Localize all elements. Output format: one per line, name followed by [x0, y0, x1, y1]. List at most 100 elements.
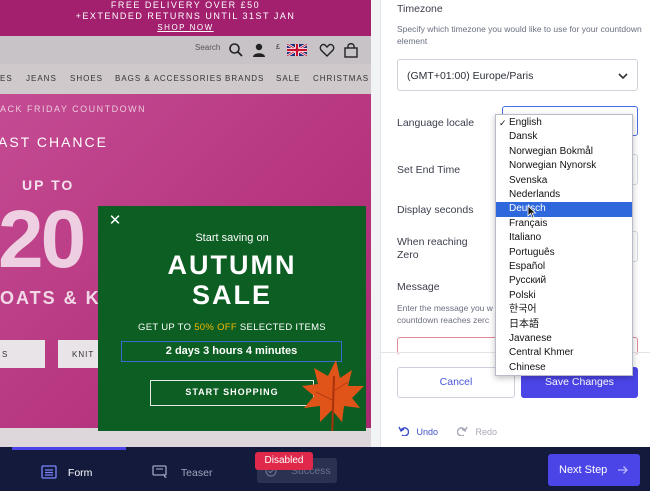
locale-option-label: Dansk	[509, 131, 538, 143]
redo-label: Redo	[475, 427, 498, 437]
storefront-preview: FREE DELIVERY OVER £50 +EXTENDED RETURNS…	[0, 0, 371, 447]
bag-icon[interactable]	[343, 42, 359, 58]
next-step-label: Next Step	[559, 464, 608, 476]
form-icon	[41, 465, 57, 479]
start-shopping-button[interactable]: START SHOPPING	[150, 380, 314, 406]
reaching-zero-label: When reaching Zero	[397, 236, 468, 261]
locale-option-label: 한국어	[509, 304, 537, 316]
hero-up-to: UP TO	[22, 177, 75, 193]
tab-form-label: Form	[67, 467, 93, 479]
message-help-text: Enter the message you w countdown reache…	[397, 303, 493, 325]
locale-option-label: Svenska	[509, 174, 548, 186]
arrow-right-icon	[618, 466, 628, 474]
uk-flag-icon[interactable]	[287, 44, 307, 56]
locale-option[interactable]: Javanese	[496, 332, 632, 346]
redo-button[interactable]: Redo	[456, 426, 498, 437]
nav-item[interactable]: BRANDS	[225, 74, 264, 83]
locale-option[interactable]: Chinese	[496, 361, 632, 375]
active-tab-indicator	[12, 447, 126, 450]
close-icon[interactable]: ✕	[107, 213, 123, 229]
locale-option-label: Español	[509, 261, 546, 272]
locale-option[interactable]: 한국어	[496, 303, 632, 317]
tab-form[interactable]: Form	[41, 465, 92, 479]
locale-option[interactable]: Polski	[496, 289, 632, 303]
disabled-badge: Disabled	[255, 452, 313, 470]
redo-icon	[456, 426, 468, 437]
locale-option-label: 日本語	[509, 318, 539, 330]
teaser-icon	[152, 465, 167, 478]
autumn-sale-popup: ✕ Start saving on AUTUMN SALE GET UP TO …	[98, 206, 366, 431]
locale-option-label: Italiano	[509, 232, 542, 244]
locale-option-highlighted[interactable]: Deutsch	[496, 202, 632, 217]
locale-option-label: Norwegian Nynorsk	[509, 160, 597, 172]
locale-option-label: English	[509, 117, 542, 128]
locale-option-label: Français	[509, 217, 548, 229]
locale-option[interactable]: Dansk	[496, 130, 632, 144]
timezone-select[interactable]: (GMT+01:00) Europe/Paris	[397, 59, 638, 91]
undo-label: Undo	[416, 427, 439, 437]
locale-option[interactable]: Central Khmer	[496, 346, 632, 360]
currency-label[interactable]: £	[276, 44, 280, 51]
search-label[interactable]: Search	[195, 43, 220, 52]
offer-suffix: SELECTED ITEMS	[239, 322, 326, 333]
nav-item[interactable]: SALE	[276, 74, 300, 83]
popup-title-line-1: AUTUMN	[167, 250, 297, 280]
timezone-help-text: Specify which timezone you would like to…	[397, 24, 642, 46]
locale-option[interactable]: Nederlands	[496, 188, 632, 202]
nav-item[interactable]: JEANS	[26, 74, 57, 83]
nav-item[interactable]: CHRISTMAS	[313, 74, 369, 83]
locale-option[interactable]: 日本語	[496, 318, 632, 332]
popup-subtitle: Start saving on	[195, 232, 269, 244]
chevron-down-icon	[618, 73, 628, 80]
timezone-value: (GMT+01:00) Europe/Paris	[407, 70, 534, 82]
search-icon[interactable]	[228, 42, 244, 58]
locale-option[interactable]: Norwegian Nynorsk	[496, 159, 632, 173]
popup-offer: GET UP TO 50% OFF SELECTED ITEMS	[98, 322, 366, 333]
promo-line-1: FREE DELIVERY OVER £50	[110, 0, 261, 10]
hero-big-number: 20	[0, 194, 86, 285]
hero-countdown-label: ACK FRIDAY COUNTDOWN	[0, 104, 147, 114]
promo-line-2: +EXTENDED RETURNS UNTIL 31ST JAN	[75, 11, 296, 21]
nav-item[interactable]: SHOES	[70, 74, 103, 83]
maple-leaf-icon	[302, 360, 364, 431]
hero-last-chance: AST CHANCE	[0, 134, 108, 150]
hero-pill-1[interactable]: S	[0, 340, 45, 368]
end-time-label: Set End Time	[397, 164, 461, 176]
offer-prefix: GET UP TO	[138, 322, 192, 333]
locale-option-label: Русский	[509, 275, 547, 287]
locale-option-label: Chinese	[509, 361, 546, 373]
nav-item[interactable]: BAGS & ACCESSORIES	[115, 74, 222, 83]
locale-option[interactable]: Français	[496, 217, 632, 231]
heart-icon[interactable]	[319, 42, 335, 58]
timezone-label: Timezone	[397, 3, 443, 15]
account-icon[interactable]	[251, 42, 267, 58]
locale-option[interactable]: Norwegian Bokmål	[496, 145, 632, 159]
language-locale-label: Language locale	[397, 117, 475, 129]
shop-now-link[interactable]: SHOP NOW	[0, 22, 371, 33]
hero-coats-text: OATS & K	[0, 288, 101, 308]
locale-option-label: Polski	[509, 289, 536, 301]
locale-option-label: Norwegian Bokmål	[509, 145, 593, 157]
language-locale-dropdown[interactable]: ✓ English Dansk Norwegian Bokmål Norwegia…	[495, 114, 633, 376]
message-label: Message	[397, 281, 440, 293]
locale-option-label: Javanese	[509, 333, 552, 344]
tab-teaser-label: Teaser	[180, 467, 213, 479]
hero-pill-2[interactable]: KNIT	[58, 340, 103, 368]
locale-option[interactable]: Italiano	[496, 231, 632, 245]
checkmark-icon: ✓	[499, 118, 507, 128]
site-header: Search £	[0, 36, 371, 64]
undo-button[interactable]: Undo	[398, 426, 438, 437]
next-step-button[interactable]: Next Step	[548, 454, 640, 486]
locale-option[interactable]: Español	[496, 260, 632, 274]
locale-option-label: Português	[509, 246, 555, 258]
locale-option-english[interactable]: ✓ English	[496, 116, 632, 130]
locale-option[interactable]: Português	[496, 246, 632, 260]
hero-pill-2-label: KNIT	[72, 350, 95, 359]
nav-item[interactable]: ES	[0, 74, 13, 83]
popup-title: AUTUMN SALE	[98, 250, 366, 310]
locale-option-label: Nederlands	[509, 189, 561, 200]
tab-teaser[interactable]: Teaser	[152, 465, 212, 479]
popup-title-line-2: SALE	[191, 280, 272, 310]
locale-option[interactable]: Русский	[496, 274, 632, 288]
locale-option[interactable]: Svenska	[496, 174, 632, 188]
